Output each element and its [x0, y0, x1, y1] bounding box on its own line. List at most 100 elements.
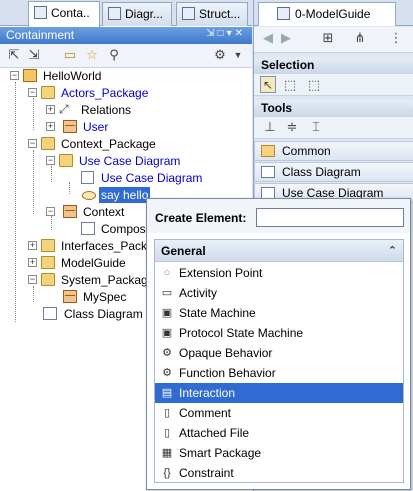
class-icon: [63, 120, 77, 133]
popup-item-opaque-behavior[interactable]: ⚙ Opaque Behavior: [155, 343, 403, 363]
popup-item-label: Function Behavior: [179, 366, 276, 380]
popup-title: Create Element:: [155, 211, 247, 225]
tree-item-context-package[interactable]: − Context_Package: [0, 136, 252, 152]
popup-item-smart-package[interactable]: ▦ Smart Package: [155, 443, 403, 463]
tree-label: HelloWorld: [43, 69, 102, 83]
use-case-diagram-icon: [81, 171, 94, 184]
expand-toggle[interactable]: +: [28, 241, 37, 250]
header-controls[interactable]: ⇲□▾✕: [206, 28, 246, 39]
class-diagram-icon: [43, 307, 57, 320]
popup-item-constraint[interactable]: {} Constraint: [155, 463, 403, 483]
popup-item-extension-point[interactable]: ○ Extension Point: [155, 263, 403, 283]
back-arrow-icon[interactable]: ◀: [260, 30, 276, 46]
palette-label: Common: [282, 144, 331, 158]
palette-group-class-diagram[interactable]: Class Diagram: [254, 162, 413, 182]
expand-toggle[interactable]: +: [28, 258, 37, 267]
expand-all-icon[interactable]: ⇲: [26, 47, 42, 63]
tree-item-use-case-diagram-package[interactable]: − Use Case Diagram: [0, 153, 252, 169]
popup-item-activity[interactable]: ▭ Activity: [155, 283, 403, 303]
collapse-toggle[interactable]: −: [46, 207, 55, 216]
popup-item-function-behavior[interactable]: ⚙ Function Behavior: [155, 363, 403, 383]
forward-arrow-icon[interactable]: ▶: [278, 30, 294, 46]
collapse-all-icon[interactable]: ⇱: [6, 47, 22, 63]
tree-item-use-case-diagram[interactable]: Use Case Diagram: [0, 170, 252, 186]
comment-icon: ▯: [163, 407, 171, 419]
tools-section-header[interactable]: Tools: [254, 100, 413, 117]
tree-label: Relations: [81, 103, 132, 117]
group-general-header[interactable]: General ⌃: [155, 240, 403, 262]
group-title: General: [161, 244, 206, 258]
collapse-toggle[interactable]: −: [46, 156, 55, 165]
chevron-down-icon[interactable]: ▼: [230, 47, 246, 63]
tab-diagrams[interactable]: Diagr...: [102, 2, 172, 26]
create-element-search-input[interactable]: [256, 208, 404, 227]
containment-header: Containment ⇲□▾✕: [0, 27, 252, 44]
expand-toggle[interactable]: +: [46, 122, 55, 131]
collapse-toggle[interactable]: −: [28, 139, 37, 148]
collapse-toggle[interactable]: −: [28, 88, 37, 97]
popup-item-label: State Machine: [179, 306, 256, 320]
pointer-icon[interactable]: ↖: [260, 76, 276, 93]
popup-item-label: Activity: [179, 286, 218, 300]
popup-item-protocol-state-machine[interactable]: ▣ Protocol State Machine: [155, 323, 403, 343]
tree-label: Context_Package: [61, 137, 156, 151]
structure-tab-icon: [182, 7, 195, 20]
constraint-icon: {}: [163, 467, 171, 479]
section-title: Selection: [261, 58, 315, 72]
distribute-icon[interactable]: ⌶: [308, 119, 324, 135]
tree-label: Interfaces_Pack: [61, 239, 148, 253]
align-icon[interactable]: ≑: [284, 119, 300, 135]
element-list: General ⌃ ○ Extension Point ▭ Activity ▣ Stat…: [154, 239, 404, 483]
state-machine-icon: ▣: [161, 307, 173, 319]
popup-item-label: Constraint: [179, 466, 234, 480]
extension-point-icon: ○: [163, 267, 171, 279]
tree-item-actors-package[interactable]: − Actors_Package: [0, 85, 252, 101]
selection-section-header[interactable]: Selection: [254, 57, 413, 74]
popup-item-label: Comment: [179, 406, 232, 420]
star-icon[interactable]: ☆: [84, 47, 100, 63]
tab-structure[interactable]: Struct...: [176, 2, 248, 26]
stamp-icon[interactable]: ⊥: [262, 119, 278, 135]
expand-toggle[interactable]: +: [46, 105, 55, 114]
popup-item-interaction[interactable]: ▤ Interaction: [155, 383, 403, 403]
protocol-state-machine-icon: ▣: [161, 327, 173, 339]
use-case-icon: [82, 191, 96, 200]
containment-toolbar: ⇱ ⇲ ▭ ☆ ⚲ ⚙ ▼: [0, 44, 252, 68]
tab-modelguide[interactable]: 0-ModelGuide: [258, 2, 396, 26]
hierarchy-icon[interactable]: ⊞: [320, 30, 336, 46]
collapse-up-icon[interactable]: ⌃: [388, 244, 397, 257]
search-icon[interactable]: ⚲: [106, 47, 122, 63]
activity-icon: ▭: [161, 287, 173, 299]
popup-item-comment[interactable]: ▯ Comment: [155, 403, 403, 423]
layout-icon[interactable]: ⋔: [352, 30, 368, 46]
tree-item-user[interactable]: + User: [0, 119, 252, 135]
tree-label: ModelGuide: [61, 256, 126, 270]
folder-icon: [41, 86, 55, 99]
marquee-icon[interactable]: ⬚: [282, 77, 298, 93]
tree-label: Use Case Diagram: [79, 154, 181, 168]
palette-group-common[interactable]: Common: [254, 141, 413, 161]
opaque-behavior-icon: ⚙: [162, 347, 172, 359]
palette-label: Class Diagram: [282, 165, 361, 179]
tree-item-relations[interactable]: + ⤢ Relations: [0, 102, 252, 118]
lasso-icon[interactable]: ⬚: [306, 77, 322, 93]
relations-icon: ⤢: [59, 102, 69, 116]
function-behavior-icon: ⚙: [162, 367, 172, 379]
more-icon[interactable]: ⋮: [388, 30, 404, 46]
tab-label: Conta..: [51, 6, 90, 20]
tree-label: Class Diagram: [64, 307, 143, 321]
gear-icon[interactable]: ⚙: [212, 47, 228, 63]
attached-file-icon: ▯: [163, 427, 171, 439]
smart-package-icon: ▦: [161, 447, 173, 459]
tab-containment[interactable]: Conta..: [28, 1, 100, 27]
open-folder-icon[interactable]: ▭: [62, 47, 78, 63]
popup-item-attached-file[interactable]: ▯ Attached File: [155, 423, 403, 443]
tree-item-helloworld[interactable]: − HelloWorld: [0, 68, 252, 84]
diagram-tab-icon: [277, 7, 290, 20]
collapse-toggle[interactable]: −: [28, 275, 37, 284]
left-tab-bar: Conta.. Diagr... Struct...: [0, 0, 252, 27]
popup-item-state-machine[interactable]: ▣ State Machine: [155, 303, 403, 323]
popup-item-label: Interaction: [179, 386, 236, 400]
collapse-toggle[interactable]: −: [10, 71, 19, 80]
folder-icon: [41, 137, 55, 150]
